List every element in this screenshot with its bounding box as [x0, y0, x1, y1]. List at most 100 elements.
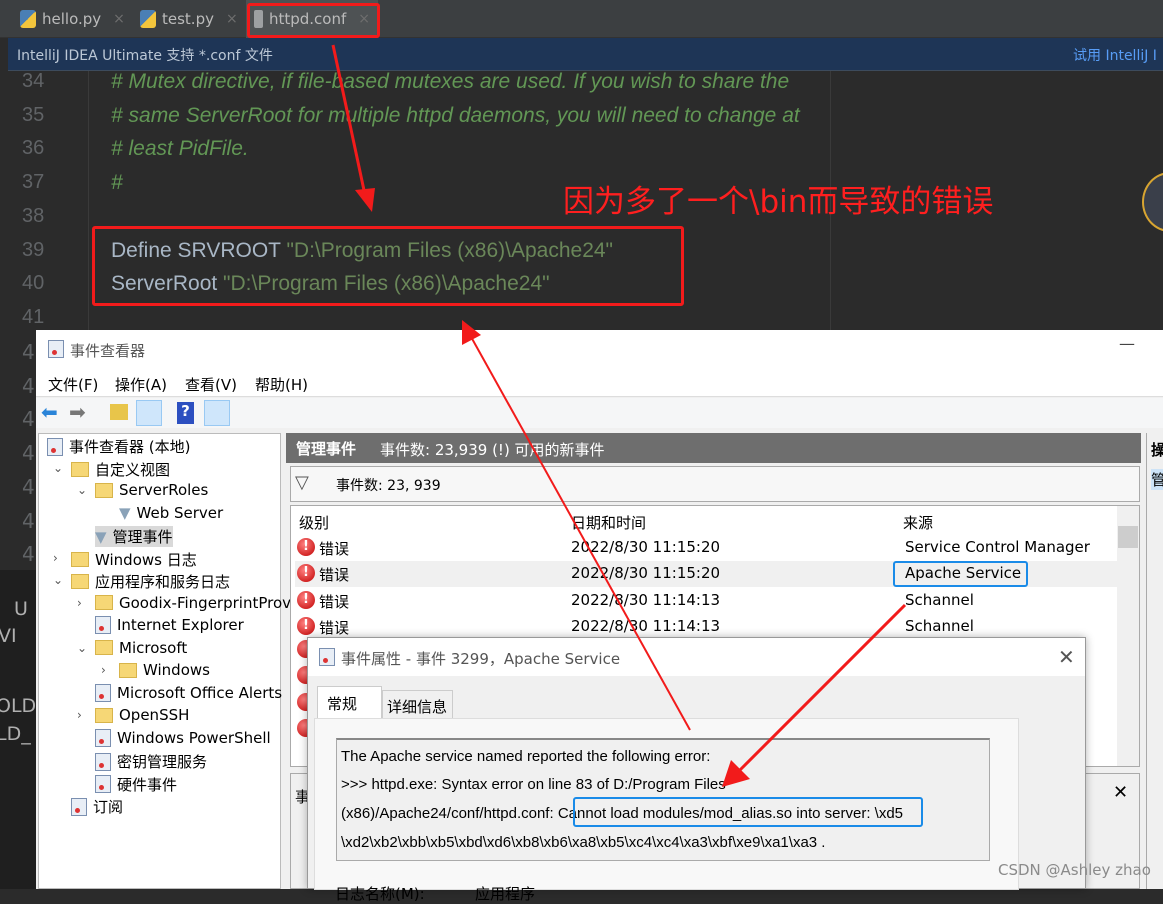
line-number: 4 — [22, 340, 35, 364]
dialog-title-bar: 事件属性 - 事件 3299，Apache Service ✕ — [308, 638, 1085, 676]
column-header-source[interactable]: 来源 — [903, 512, 933, 533]
menu-file[interactable]: 文件(F) — [48, 374, 98, 395]
tree-item[interactable]: 硬件事件 — [95, 774, 177, 795]
tab-hello-py[interactable]: hello.py × — [12, 0, 133, 38]
column-header-level[interactable]: 级别 — [299, 512, 329, 533]
log-icon — [95, 683, 111, 702]
menu-action[interactable]: 操作(A) — [115, 374, 167, 395]
show-hide-tree-icon[interactable] — [136, 400, 162, 426]
tree-item-label: Microsoft Office Alerts — [117, 683, 283, 702]
tree-item[interactable]: Microsoft — [95, 639, 187, 657]
line-number: 38 — [22, 204, 45, 227]
tree-item[interactable]: 自定义视图 — [71, 459, 170, 480]
log-icon — [95, 616, 111, 634]
scrollbar-thumb[interactable] — [1118, 526, 1138, 548]
tree-item[interactable]: Windows 日志 — [71, 549, 197, 570]
tree-item[interactable]: 密钥管理服务 — [95, 751, 207, 772]
tab-general[interactable]: 常规 — [317, 686, 382, 720]
dialog-title: 事件属性 - 事件 3299，Apache Service — [341, 650, 621, 668]
notification-bar: IntelliJ IDEA Ultimate 支持 *.conf 文件 试用 I… — [8, 38, 1163, 71]
tab-test-py[interactable]: test.py × — [132, 0, 246, 38]
event-viewer-icon — [48, 340, 64, 358]
tree-item[interactable]: 事件查看器 (本地) — [47, 436, 190, 457]
pane-subtitle: 事件数: 23,939 (!) 可用的新事件 — [380, 441, 605, 459]
tab-details[interactable]: 详细信息 — [382, 690, 453, 719]
window-title: 事件查看器 — [70, 342, 146, 360]
tree-item-label: 硬件事件 — [117, 775, 178, 794]
chevron-down-icon[interactable]: ⌄ — [53, 461, 63, 475]
title-bar: 事件查看器 — — [36, 330, 1163, 368]
event-properties-dialog: 事件属性 - 事件 3299，Apache Service ✕ 常规 详细信息 … — [307, 637, 1086, 903]
menu-view[interactable]: 查看(V) — [185, 374, 237, 395]
floating-widget-icon[interactable] — [1142, 172, 1163, 232]
folder-icon — [71, 574, 89, 589]
tree-item[interactable]: ▼ 管理事件 — [95, 526, 173, 547]
chevron-right-icon[interactable]: › — [77, 596, 82, 610]
event-count: 事件数: 23, 939 — [336, 478, 441, 494]
folder-icon — [95, 640, 113, 655]
tree-item[interactable]: Goodix-FingerprintProvi — [95, 594, 295, 612]
tree-item-label: Windows — [143, 661, 210, 679]
tree-item[interactable]: ▼ Web Server — [119, 504, 223, 522]
menu-help[interactable]: 帮助(H) — [255, 374, 308, 395]
chevron-down-icon[interactable]: ⌄ — [53, 573, 63, 587]
tree-item[interactable]: OpenSSH — [95, 706, 189, 724]
tree-item-label: Goodix-FingerprintProvi — [119, 593, 296, 612]
folder-icon — [71, 551, 89, 567]
error-icon: ! — [297, 616, 315, 635]
chevron-right-icon[interactable]: › — [53, 551, 58, 565]
toolbar: ⬅ ➡ ? — [36, 398, 1163, 428]
tree-item-label: ServerRoles — [119, 481, 209, 499]
chevron-right-icon[interactable]: › — [77, 708, 82, 722]
line-number: 41 — [22, 305, 45, 328]
dialog-close-button[interactable]: ✕ — [1058, 645, 1075, 669]
tree-item[interactable]: ServerRoles — [95, 481, 208, 499]
log-icon — [95, 728, 111, 747]
table-row[interactable]: ! 错误 2022/8/30 11:14:13 Schannel — [295, 614, 1117, 640]
try-intellij-link[interactable]: 试用 IntelliJ I — [1073, 45, 1157, 65]
close-icon[interactable]: × — [113, 11, 125, 27]
show-hide-action-pane-icon[interactable] — [204, 400, 230, 426]
line-number: 35 — [22, 103, 45, 126]
terminal-left-strip: U VI OLD LD_ — [0, 570, 36, 889]
actions-item[interactable]: 管 — [1151, 469, 1163, 490]
table-row[interactable]: ! 错误 2022/8/30 11:15:20 Service Control Man… — [295, 535, 1117, 561]
message-line: The Apache service named reported the fo… — [341, 748, 711, 765]
tree-item-label: 密钥管理服务 — [117, 753, 208, 771]
column-header-datetime[interactable]: 日期和时间 — [571, 512, 646, 533]
tree-item[interactable]: 订阅 — [71, 796, 123, 817]
tree-item[interactable]: Windows PowerShell — [95, 728, 271, 747]
folder-icon — [95, 595, 113, 610]
line-number: 4 — [22, 508, 35, 533]
pane-title: 管理事件 — [296, 440, 357, 458]
chevron-down-icon[interactable]: ⌄ — [77, 641, 87, 655]
terminal-text: U — [14, 598, 28, 620]
tree-item[interactable]: Microsoft Office Alerts — [95, 683, 283, 702]
tab-label: 详细信息 — [387, 698, 448, 716]
help-icon[interactable]: ? — [177, 402, 194, 424]
tree-item-label: Web Server — [136, 503, 224, 522]
minimize-button[interactable]: — — [1119, 334, 1135, 353]
line-number: 39 — [22, 238, 45, 261]
back-arrow-icon[interactable]: ⬅ — [41, 400, 58, 424]
tree-item[interactable]: Internet Explorer — [95, 616, 244, 634]
message-line: >>> httpd.exe: Syntax error on line 83 o… — [341, 776, 726, 793]
event-viewer-icon — [47, 437, 63, 456]
forward-arrow-icon[interactable]: ➡ — [69, 400, 86, 424]
chevron-right-icon[interactable]: › — [101, 663, 106, 677]
line-number: 4 — [22, 373, 35, 398]
close-pane-button[interactable]: ✕ — [1113, 782, 1128, 803]
chevron-down-icon[interactable]: ⌄ — [77, 483, 87, 497]
tree-item[interactable]: 应用程序和服务日志 — [71, 571, 230, 592]
tree-item[interactable]: Windows — [119, 661, 210, 679]
vertical-scrollbar[interactable] — [1117, 506, 1139, 766]
up-folder-icon[interactable] — [110, 404, 128, 420]
close-icon[interactable]: × — [226, 11, 238, 27]
line-number: 40 — [22, 272, 45, 295]
editor-left-strip: 4 4 4 4 4 4 4 — [0, 330, 36, 570]
table-row[interactable]: ! 错误 2022/8/30 11:14:13 Schannel — [295, 588, 1117, 614]
log-icon — [95, 775, 111, 793]
navigation-tree: 事件查看器 (本地) 自定义视图 ⌄ ServerRoles ⌄ ▼ Web Server ▼… — [38, 433, 295, 889]
notification-text: IntelliJ IDEA Ultimate 支持 *.conf 文件 — [17, 48, 273, 64]
tree-item-label: 事件查看器 (本地) — [69, 438, 191, 456]
